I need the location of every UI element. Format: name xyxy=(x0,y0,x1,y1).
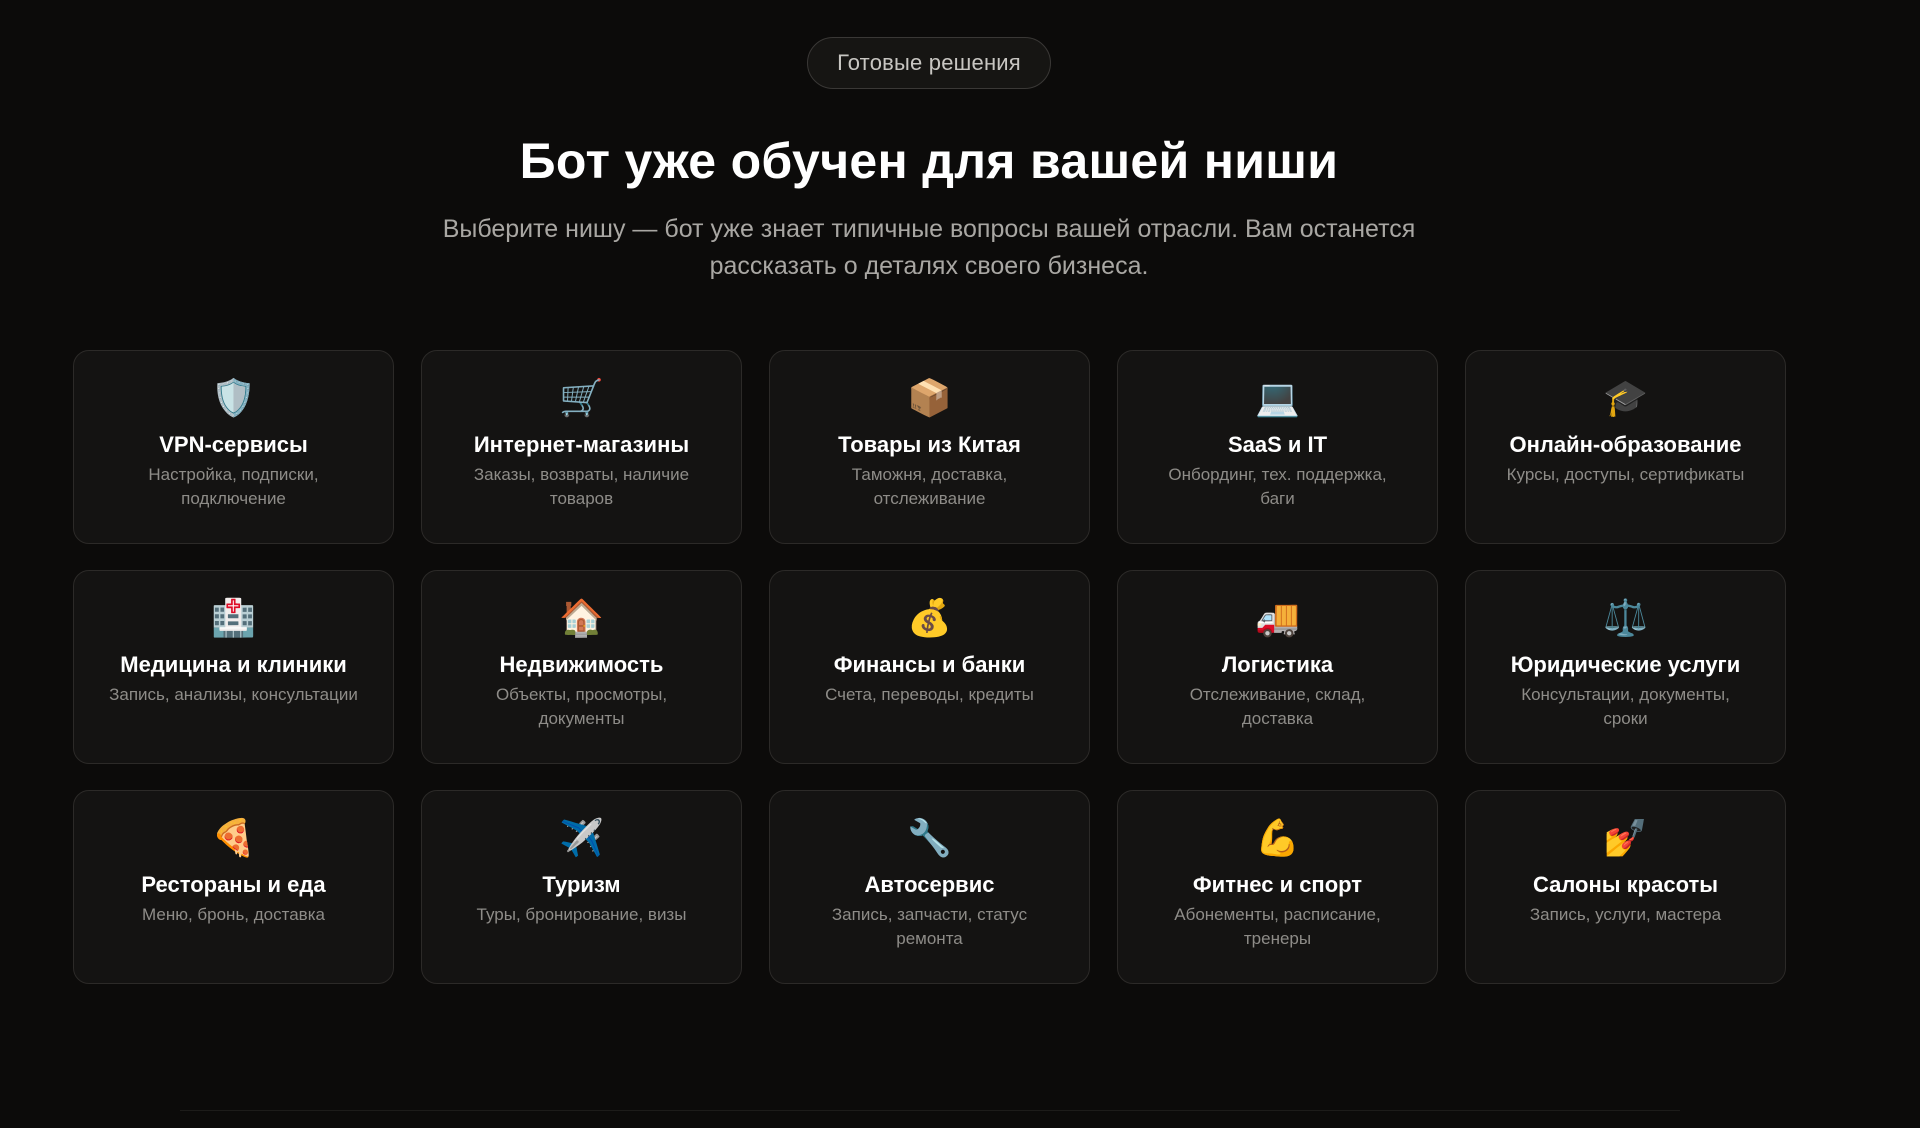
section-title: Бот уже обучен для вашей ниши xyxy=(519,133,1339,189)
niche-card-legal[interactable]: ⚖️ Юридические услуги Консультации, доку… xyxy=(1465,570,1786,764)
niche-card-description: Счета, переводы, кредиты xyxy=(825,685,1034,704)
niche-card-real-estate[interactable]: 🏠 Недвижимость Объекты, просмотры, докум… xyxy=(421,570,742,764)
graduation-cap-icon: 🎓 xyxy=(1603,378,1648,419)
niche-card-description: Запись, анализы, консультации xyxy=(109,685,358,704)
niche-card-title: Логистика xyxy=(1221,652,1334,677)
niche-card-tourism[interactable]: ✈️ Туризм Туры, бронирование, визы xyxy=(421,790,742,984)
nail-polish-icon: 💅 xyxy=(1603,818,1648,859)
niche-card-title: Автосервис xyxy=(864,872,995,897)
wrench-icon: 🔧 xyxy=(907,818,952,859)
flexed-biceps-icon: 💪 xyxy=(1255,818,1300,859)
niche-card-saas-it[interactable]: 💻 SaaS и IT Онбординг, тех. поддержка, б… xyxy=(1117,350,1438,544)
niche-card-description: Настройка, подписки, подключение xyxy=(148,465,319,508)
niche-card-title: Салоны красоты xyxy=(1532,872,1719,897)
niche-card-title: VPN-сервисы xyxy=(159,432,308,457)
niche-card-medicine[interactable]: 🏥 Медицина и клиники Запись, анализы, ко… xyxy=(73,570,394,764)
niche-card-title: Товары из Китая xyxy=(838,432,1021,457)
niche-card-description: Запись, запчасти, статус ремонта xyxy=(831,905,1028,948)
niche-card-title: Недвижимость xyxy=(499,652,664,677)
niche-card-title: Туризм xyxy=(542,872,621,897)
niche-card-title: Юридические услуги xyxy=(1510,652,1741,677)
hospital-icon: 🏥 xyxy=(211,598,256,639)
niche-card-title: Интернет-магазины xyxy=(473,432,690,457)
niche-card-description: Абонементы, расписание, тренеры xyxy=(1174,905,1381,948)
niche-card-china-goods[interactable]: 📦 Товары из Китая Таможня, доставка, отс… xyxy=(769,350,1090,544)
niche-card-fitness[interactable]: 💪 Фитнес и спорт Абонементы, расписание,… xyxy=(1117,790,1438,984)
niche-card-description: Запись, услуги, мастера xyxy=(1529,905,1722,924)
airplane-icon: ✈️ xyxy=(559,818,604,859)
niche-card-title: Финансы и банки xyxy=(833,652,1026,677)
niche-card-beauty-salons[interactable]: 💅 Салоны красоты Запись, услуги, мастера xyxy=(1465,790,1786,984)
section-badge: Готовые решения xyxy=(807,37,1051,89)
niche-card-description: Курсы, доступы, сертификаты xyxy=(1506,465,1745,484)
niche-card-restaurants[interactable]: 🍕 Рестораны и еда Меню, бронь, доставка xyxy=(73,790,394,984)
niche-card-description: Туры, бронирование, визы xyxy=(476,905,687,924)
shopping-cart-icon: 🛒 xyxy=(559,378,604,419)
delivery-truck-icon: 🚚 xyxy=(1255,598,1300,639)
niche-card-online-education[interactable]: 🎓 Онлайн-образование Курсы, доступы, сер… xyxy=(1465,350,1786,544)
niche-card-ecommerce[interactable]: 🛒 Интернет-магазины Заказы, возвраты, на… xyxy=(421,350,742,544)
niche-card-title: Рестораны и еда xyxy=(141,872,326,897)
niche-grid: 🛡️ VPN-сервисы Настройка, подписки, подк… xyxy=(73,350,1786,984)
pizza-icon: 🍕 xyxy=(211,818,256,859)
niche-card-description: Таможня, доставка, отслеживание xyxy=(851,465,1008,508)
section-subtitle: Выберите нишу — бот уже знает типичные в… xyxy=(442,215,1416,280)
package-icon: 📦 xyxy=(907,378,952,419)
house-icon: 🏠 xyxy=(559,598,604,639)
niche-card-description: Заказы, возвраты, наличие товаров xyxy=(473,465,690,508)
laptop-icon: 💻 xyxy=(1255,378,1300,419)
niche-card-description: Онбординг, тех. поддержка, баги xyxy=(1168,465,1387,508)
money-bag-icon: 💰 xyxy=(907,598,952,639)
ready-solutions-section: Готовые решения Бот уже обучен для вашей… xyxy=(0,0,1920,1128)
niche-card-title: Онлайн-образование xyxy=(1509,432,1742,457)
niche-card-logistics[interactable]: 🚚 Логистика Отслеживание, склад, доставк… xyxy=(1117,570,1438,764)
niche-card-finance[interactable]: 💰 Финансы и банки Счета, переводы, креди… xyxy=(769,570,1090,764)
niche-card-auto-service[interactable]: 🔧 Автосервис Запись, запчасти, статус ре… xyxy=(769,790,1090,984)
niche-card-description: Отслеживание, склад, доставка xyxy=(1189,685,1366,728)
section-divider xyxy=(180,1110,1680,1111)
niche-card-vpn[interactable]: 🛡️ VPN-сервисы Настройка, подписки, подк… xyxy=(73,350,394,544)
shield-icon: 🛡️ xyxy=(211,378,256,419)
niche-card-title: SaaS и IT xyxy=(1227,432,1328,457)
niche-card-title: Медицина и клиники xyxy=(120,652,347,677)
niche-card-description: Меню, бронь, доставка xyxy=(142,905,325,924)
niche-card-description: Консультации, документы, сроки xyxy=(1521,685,1730,728)
niche-card-title: Фитнес и спорт xyxy=(1192,872,1363,897)
scales-icon: ⚖️ xyxy=(1603,598,1648,639)
niche-card-description: Объекты, просмотры, документы xyxy=(495,685,668,728)
